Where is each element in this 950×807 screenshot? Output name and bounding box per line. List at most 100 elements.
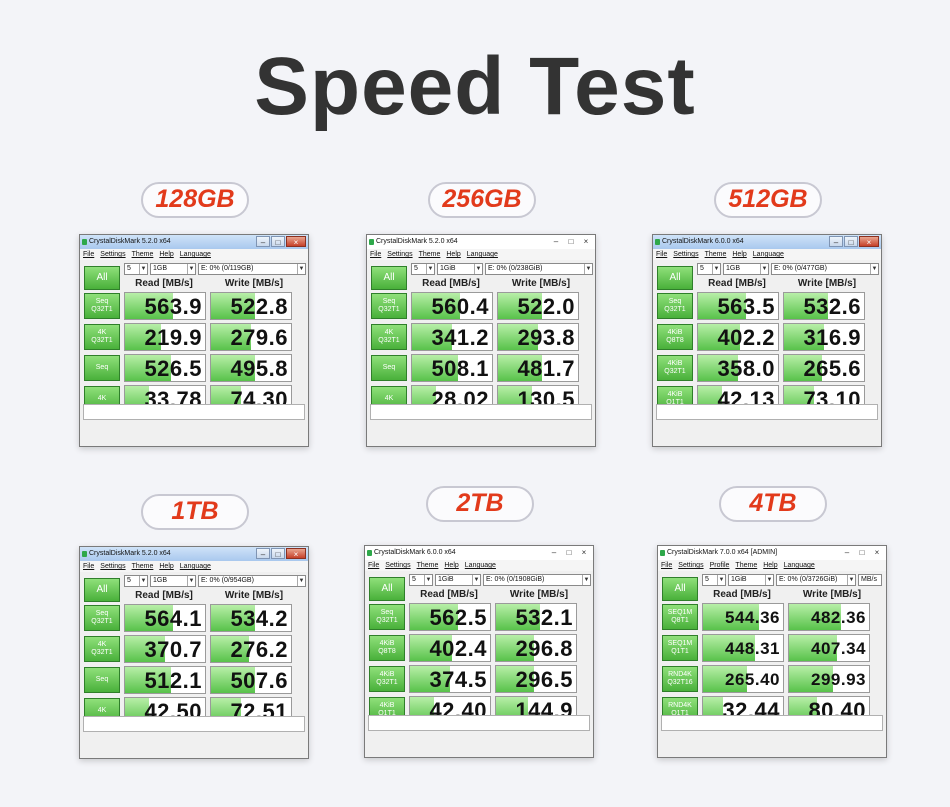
menu-item-theme[interactable]: Theme (419, 249, 441, 260)
read-value: 562.5 (429, 605, 487, 630)
drive-select[interactable]: E: 0% (0/954GB) ▼ (198, 575, 306, 587)
menu-item-settings[interactable]: Settings (100, 249, 125, 260)
menu-item-help[interactable]: Help (159, 561, 173, 572)
menu-item-help[interactable]: Help (763, 560, 777, 571)
maximize-icon[interactable]: □ (562, 547, 576, 558)
count-select[interactable]: 5 ▼ (702, 574, 726, 586)
test-button[interactable]: Seq (84, 667, 120, 693)
chevron-down-icon: ▼ (297, 576, 305, 586)
close-icon[interactable]: × (870, 547, 884, 558)
count-select[interactable]: 5 ▼ (124, 575, 148, 587)
menu-item-help[interactable]: Help (446, 249, 460, 260)
test-button[interactable]: 4KiB Q8T8 (657, 324, 693, 350)
menu-item-help[interactable]: Help (444, 560, 458, 571)
test-button[interactable]: 4K Q32T1 (371, 324, 407, 350)
all-button[interactable]: All (369, 577, 405, 601)
test-button[interactable]: 4KiB Q32T1 (369, 666, 405, 692)
all-button[interactable]: All (84, 578, 120, 602)
drive-select[interactable]: E: 0% (0/1908GiB) ▼ (483, 574, 591, 586)
menu-item-file[interactable]: File (661, 560, 672, 571)
size-select[interactable]: 1GiB ▼ (437, 263, 483, 275)
menu-item-language[interactable]: Language (180, 249, 211, 260)
menu-item-settings[interactable]: Settings (673, 249, 698, 260)
size-select[interactable]: 1GB ▼ (150, 263, 196, 275)
test-button[interactable]: 4K Q32T1 (84, 636, 120, 662)
count-select[interactable]: 5 ▼ (411, 263, 435, 275)
menu-item-settings[interactable]: Settings (678, 560, 703, 571)
menu-item-theme[interactable]: Theme (132, 561, 154, 572)
test-button[interactable]: 4KiB Q8T8 (369, 635, 405, 661)
test-button[interactable]: 4K Q32T1 (84, 324, 120, 350)
minimize-icon[interactable]: – (549, 236, 563, 247)
test-button[interactable]: RND4K Q32T16 (662, 666, 698, 692)
write-result: 532.6 (783, 292, 865, 320)
write-header: Write [MB/s] (509, 589, 569, 600)
minimize-icon[interactable]: – (256, 236, 270, 247)
size-select[interactable]: 1GiB ▼ (435, 574, 481, 586)
test-button[interactable]: Seq (84, 355, 120, 381)
count-select[interactable]: 5 ▼ (697, 263, 721, 275)
test-button[interactable]: Seq Q32T1 (369, 604, 405, 630)
menu-item-language[interactable]: Language (465, 560, 496, 571)
all-button[interactable]: All (84, 266, 120, 290)
drive-select[interactable]: E: 0% (0/477GB) ▼ (771, 263, 879, 275)
maximize-icon[interactable]: □ (271, 548, 285, 559)
menu-item-file[interactable]: File (370, 249, 381, 260)
menu-item-file[interactable]: File (83, 561, 94, 572)
all-button[interactable]: All (662, 577, 698, 601)
menu-item-settings[interactable]: Settings (100, 561, 125, 572)
test-button[interactable]: Seq Q32T1 (84, 605, 120, 631)
menu-item-file[interactable]: File (656, 249, 667, 260)
menu-item-language[interactable]: Language (753, 249, 784, 260)
test-button[interactable]: Seq (371, 355, 407, 381)
minimize-icon[interactable]: – (840, 547, 854, 558)
drive-select[interactable]: E: 0% (0/119GB) ▼ (198, 263, 306, 275)
menu-item-settings[interactable]: Settings (385, 560, 410, 571)
menu-item-language[interactable]: Language (467, 249, 498, 260)
read-header: Read [MB/s] (135, 590, 193, 601)
menu-item-settings[interactable]: Settings (387, 249, 412, 260)
close-icon[interactable]: × (286, 548, 306, 559)
menu-bar: File Settings Theme Help Language (80, 249, 308, 260)
maximize-icon[interactable]: □ (271, 236, 285, 247)
test-button[interactable]: Seq Q32T1 (371, 293, 407, 319)
menu-item-help[interactable]: Help (732, 249, 746, 260)
close-icon[interactable]: × (286, 236, 306, 247)
count-select[interactable]: 5 ▼ (124, 263, 148, 275)
test-button[interactable]: SEQ1M Q1T1 (662, 635, 698, 661)
menu-item-language[interactable]: Language (784, 560, 815, 571)
minimize-icon[interactable]: – (256, 548, 270, 559)
menu-item-theme[interactable]: Theme (132, 249, 154, 260)
close-icon[interactable]: × (577, 547, 591, 558)
drive-select[interactable]: E: 0% (0/3726GiB) ▼ (776, 574, 856, 586)
size-select[interactable]: 1GB ▼ (150, 575, 196, 587)
maximize-icon[interactable]: □ (844, 236, 858, 247)
menu-item-theme[interactable]: Theme (705, 249, 727, 260)
menu-item-language[interactable]: Language (180, 561, 211, 572)
unit-select[interactable]: MB/s (858, 574, 882, 586)
close-icon[interactable]: × (579, 236, 593, 247)
minimize-icon[interactable]: – (829, 236, 843, 247)
menu-item-theme[interactable]: Theme (735, 560, 757, 571)
close-icon[interactable]: × (859, 236, 879, 247)
menu-item-profile[interactable]: Profile (710, 560, 730, 571)
menu-bar: File Settings Profile Theme Help Language (658, 560, 886, 571)
maximize-icon[interactable]: □ (564, 236, 578, 247)
minimize-icon[interactable]: – (547, 547, 561, 558)
test-button[interactable]: SEQ1M Q8T1 (662, 604, 698, 630)
size-select[interactable]: 1GB ▼ (723, 263, 769, 275)
menu-item-theme[interactable]: Theme (417, 560, 439, 571)
test-button[interactable]: Seq Q32T1 (84, 293, 120, 319)
size-select[interactable]: 1GiB ▼ (728, 574, 774, 586)
test-button[interactable]: 4KiB Q32T1 (657, 355, 693, 381)
drive-select[interactable]: E: 0% (0/238GiB) ▼ (485, 263, 593, 275)
all-button[interactable]: All (371, 266, 407, 290)
test-button[interactable]: Seq Q32T1 (657, 293, 693, 319)
maximize-icon[interactable]: □ (855, 547, 869, 558)
menu-item-file[interactable]: File (368, 560, 379, 571)
all-button[interactable]: All (657, 266, 693, 290)
count-select[interactable]: 5 ▼ (409, 574, 433, 586)
menu-bar: File Settings Theme Help Language (653, 249, 881, 260)
menu-item-file[interactable]: File (83, 249, 94, 260)
menu-item-help[interactable]: Help (159, 249, 173, 260)
